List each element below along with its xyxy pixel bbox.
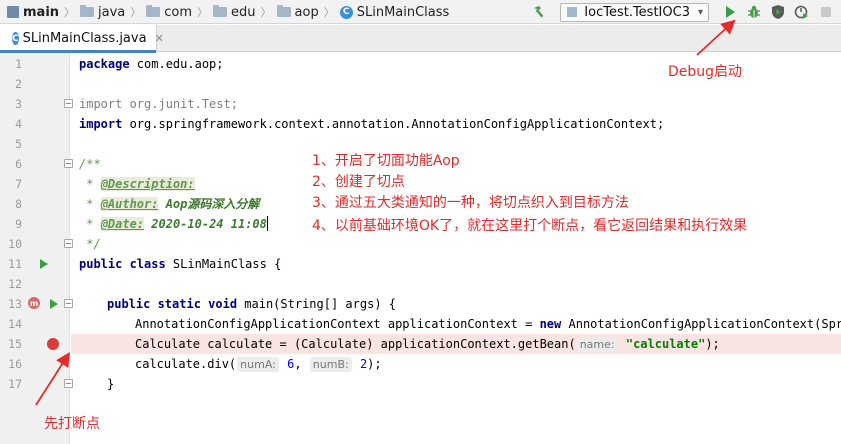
breadcrumb-separator: 〉	[197, 6, 209, 19]
code-line: AnnotationConfigApplicationContext appli…	[135, 317, 841, 331]
code-line: * @Description:	[79, 177, 195, 191]
text-caret	[266, 216, 268, 231]
annotation-note-4: 4、以前基础环境OK了，就在这里打个断点，看它返回结果和执行效果	[312, 218, 748, 234]
code-editor[interactable]: 1 2 3 4 5 6 7 8 9 10 11 12 13 14 15 16 1…	[0, 53, 841, 444]
stop-button[interactable]	[817, 3, 835, 21]
breadcrumb-java-label: java	[98, 4, 126, 20]
line-number: 1	[15, 57, 22, 71]
line-number: 4	[15, 117, 22, 131]
line-number: 9	[15, 217, 22, 231]
folder-icon	[213, 5, 228, 17]
run-button[interactable]	[721, 3, 739, 21]
tab-slinmainclass[interactable]: C SLinMainClass.java ✕	[0, 25, 164, 53]
line-number: 16	[8, 357, 22, 371]
code-area[interactable]: package com.edu.aop; import org.junit.Te…	[71, 53, 841, 444]
line-number: 17	[8, 377, 22, 391]
breadcrumb-class[interactable]: C SLinMainClass	[337, 0, 453, 24]
breadcrumb-aop-label: aop	[294, 4, 319, 20]
code-line: calculate.div(numA: 6, numB: 2);	[135, 357, 382, 372]
breadcrumb-class-label: SLinMainClass	[356, 4, 450, 20]
parameter-hint: numB:	[309, 357, 352, 372]
run-class-icon[interactable]	[40, 259, 48, 269]
run-toolbar: IocTest.TestIOC3 ▾	[530, 0, 835, 24]
breadcrumb-separator: 〉	[260, 6, 272, 19]
code-line: }	[107, 377, 115, 391]
breadcrumb-separator: 〉	[323, 6, 335, 19]
line-number: 3	[15, 97, 22, 111]
breadcrumb-aop[interactable]: aop	[274, 0, 322, 24]
chevron-down-icon: ▾	[697, 6, 703, 18]
breadcrumb-java[interactable]: java	[77, 0, 128, 24]
debug-button[interactable]	[745, 3, 763, 21]
line-number: 8	[15, 197, 22, 211]
close-icon[interactable]: ✕	[155, 32, 164, 45]
line-number: 14	[8, 317, 22, 331]
breadcrumb-com[interactable]: com	[143, 0, 195, 24]
folder-icon	[146, 5, 161, 17]
line-number: 5	[15, 137, 22, 151]
run-with-coverage-button[interactable]	[769, 3, 787, 21]
code-line: import org.springframework.context.annot…	[79, 117, 665, 131]
code-line: */	[79, 237, 101, 251]
line-number: 12	[8, 277, 22, 291]
tab-label: SLinMainClass.java	[22, 31, 147, 46]
code-line-breakpoint: Calculate calculate = (Calculate) applic…	[71, 334, 841, 354]
breadcrumb: main 〉 java 〉 com 〉 edu 〉 aop 〉 C SLinMa…	[4, 0, 452, 24]
annotation-note-1: 1、开启了切面功能Aop	[312, 153, 460, 169]
code-line: public class SLinMainClass {	[79, 257, 282, 271]
navigation-bar: main 〉 java 〉 com 〉 edu 〉 aop 〉 C SLinMa…	[0, 0, 841, 24]
breadcrumb-separator: 〉	[130, 6, 142, 19]
folder-icon	[276, 5, 291, 17]
line-number: 7	[15, 177, 22, 191]
annotation-note-2: 2、创建了切点	[312, 174, 405, 190]
breadcrumb-module[interactable]: main	[4, 0, 62, 24]
code-line: public static void main(String[] args) {	[107, 297, 396, 311]
breadcrumb-separator: 〉	[64, 6, 76, 19]
breadcrumb-module-label: main	[23, 4, 60, 20]
build-hammer-icon[interactable]	[530, 3, 548, 21]
profile-button[interactable]	[793, 3, 811, 21]
profiler-icon	[794, 5, 808, 19]
run-main-icon[interactable]	[50, 299, 58, 309]
annotation-breakpoint-first: 先打断点	[44, 416, 100, 432]
parameter-hint: name:	[576, 337, 618, 352]
code-line: import org.junit.Test;	[79, 97, 238, 111]
line-number: 6	[15, 157, 22, 171]
breadcrumb-edu-label: edu	[231, 4, 256, 20]
line-number: 10	[8, 237, 22, 251]
stop-icon	[821, 7, 831, 17]
editor-tab-bar: C SLinMainClass.java ✕	[0, 25, 841, 53]
line-number: 15	[8, 337, 22, 351]
breakpoint-icon[interactable]	[47, 338, 59, 350]
line-number: 2	[15, 77, 22, 91]
editor-gutter[interactable]: 1 2 3 4 5 6 7 8 9 10 11 12 13 14 15 16 1…	[0, 53, 73, 444]
annotation-debug-start: Debug启动	[668, 64, 743, 80]
run-configuration-label: IocTest.TestIOC3	[584, 4, 690, 20]
run-configuration-select[interactable]: IocTest.TestIOC3 ▾	[560, 2, 709, 22]
parameter-hint: numA:	[237, 357, 279, 372]
line-number: 11	[8, 257, 22, 271]
module-icon	[7, 6, 19, 18]
breadcrumb-edu[interactable]: edu	[210, 0, 259, 24]
run-config-icon	[567, 7, 578, 17]
breadcrumb-com-label: com	[164, 4, 193, 20]
folder-icon	[80, 5, 95, 17]
class-icon: C	[12, 32, 19, 45]
annotation-note-3: 3、通过五大类通知的一种，将切点织入到目标方法	[312, 195, 629, 211]
shield-icon	[772, 5, 784, 19]
method-breakpoint-icon[interactable]: m	[28, 297, 40, 309]
line-number: 13	[8, 297, 22, 311]
bug-icon	[748, 5, 760, 18]
class-icon: C	[339, 5, 353, 19]
